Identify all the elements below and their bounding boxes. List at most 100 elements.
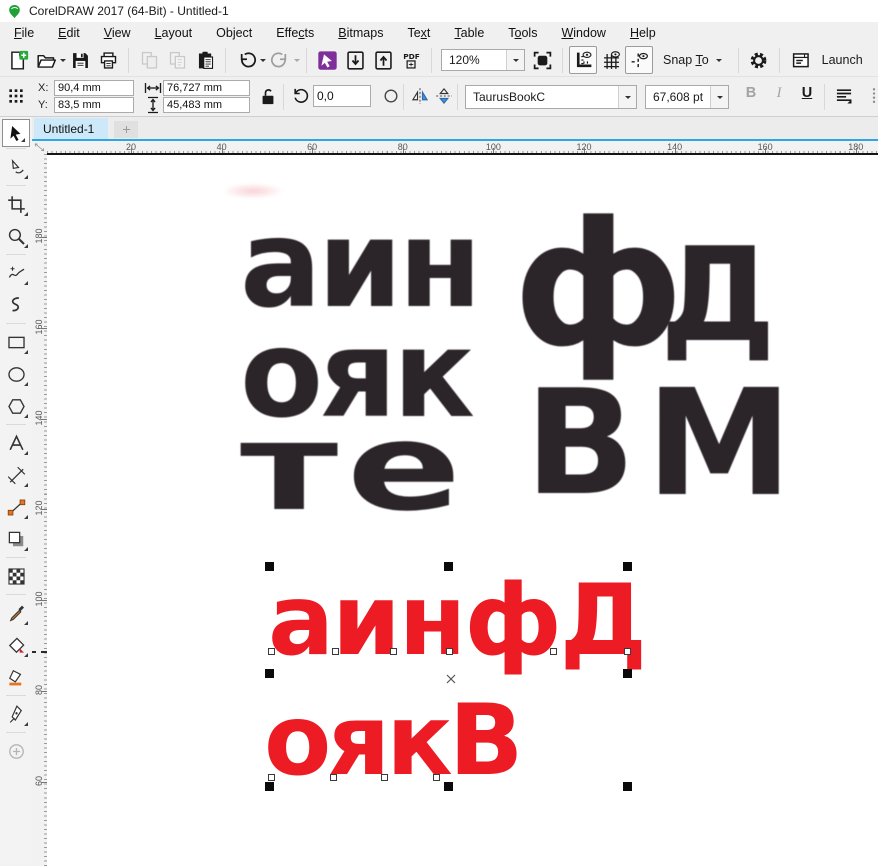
color-eyedropper-tool[interactable] bbox=[0, 597, 32, 629]
polygon-tool[interactable] bbox=[0, 390, 32, 422]
h-ruler-tick-label: 20 bbox=[126, 142, 136, 152]
selection-handle-top-right[interactable] bbox=[623, 562, 632, 571]
text-alignment-button[interactable] bbox=[834, 86, 854, 106]
new-tab-button[interactable] bbox=[114, 121, 138, 138]
crop-tool[interactable] bbox=[0, 188, 32, 220]
zoom-tool[interactable] bbox=[0, 220, 32, 252]
mirror-horizontal-button[interactable] bbox=[410, 86, 430, 106]
undo-button[interactable] bbox=[232, 46, 260, 74]
dimension-tool[interactable] bbox=[0, 459, 32, 491]
transparency-tool[interactable] bbox=[0, 560, 32, 592]
ruler-origin-icon[interactable] bbox=[33, 141, 47, 154]
export-button[interactable] bbox=[369, 46, 397, 74]
mirror-vertical-button[interactable] bbox=[434, 86, 454, 106]
new-document-button[interactable] bbox=[4, 46, 32, 74]
vertical-ruler[interactable]: 1801601401201008060 bbox=[32, 154, 47, 866]
smart-fill-tool[interactable] bbox=[0, 661, 32, 693]
fullscreen-preview-button[interactable] bbox=[528, 46, 556, 74]
show-rulers-toggle[interactable] bbox=[569, 46, 597, 74]
selection-handle-middle-left[interactable] bbox=[265, 669, 274, 678]
object-height-field[interactable] bbox=[163, 97, 250, 113]
char-node[interactable] bbox=[624, 648, 631, 655]
selection-handle-bottom-middle[interactable] bbox=[444, 782, 453, 791]
rectangle-tool[interactable] bbox=[0, 326, 32, 358]
object-position-icon bbox=[6, 86, 26, 106]
menu-layout[interactable]: Layout bbox=[143, 22, 205, 44]
redo-button-caret bbox=[294, 59, 300, 65]
document-tab-bar: Untitled-1 bbox=[32, 117, 878, 139]
font-size-caret[interactable] bbox=[710, 86, 728, 108]
paste-button[interactable] bbox=[191, 46, 219, 74]
pick-tool[interactable] bbox=[3, 120, 29, 146]
rotation-center-icon[interactable] bbox=[381, 86, 401, 106]
y-position-field[interactable] bbox=[54, 97, 134, 113]
char-node[interactable] bbox=[446, 648, 453, 655]
text-tool[interactable] bbox=[0, 427, 32, 459]
show-grid-toggle[interactable] bbox=[597, 46, 625, 74]
menu-view[interactable]: View bbox=[92, 22, 143, 44]
overflow-icon[interactable] bbox=[864, 86, 878, 106]
font-size-value: 67,608 pt bbox=[646, 90, 710, 104]
menu-edit[interactable]: Edit bbox=[46, 22, 92, 44]
font-size-combo[interactable]: 67,608 pt bbox=[645, 85, 729, 109]
selection-handle-bottom-right[interactable] bbox=[623, 782, 632, 791]
save-button[interactable] bbox=[66, 46, 94, 74]
char-node[interactable] bbox=[330, 774, 337, 781]
selection-handle-bottom-left[interactable] bbox=[265, 782, 274, 791]
import-button[interactable] bbox=[341, 46, 369, 74]
selection-handle-middle-right[interactable] bbox=[623, 669, 632, 678]
menu-object[interactable]: Object bbox=[204, 22, 264, 44]
bold-button[interactable]: B bbox=[740, 85, 762, 101]
menu-tools[interactable]: Tools bbox=[496, 22, 549, 44]
options-button[interactable] bbox=[745, 46, 773, 74]
menu-table[interactable]: Table bbox=[442, 22, 496, 44]
menu-effects[interactable]: Effects bbox=[264, 22, 326, 44]
ellipse-tool[interactable] bbox=[0, 358, 32, 390]
menu-help[interactable]: Help bbox=[618, 22, 668, 44]
selection-handle-top-middle[interactable] bbox=[444, 562, 453, 571]
red-text-line2[interactable]: оякВ bbox=[264, 692, 519, 790]
drop-shadow-tool[interactable] bbox=[0, 523, 32, 555]
char-node[interactable] bbox=[390, 648, 397, 655]
search-content-button[interactable] bbox=[313, 46, 341, 74]
menu-bitmaps[interactable]: Bitmaps bbox=[326, 22, 395, 44]
selection-center-marker[interactable] bbox=[446, 671, 456, 681]
menu-bar: FileEditViewLayoutObjectEffectsBitmapsTe… bbox=[0, 22, 878, 44]
object-width-field[interactable] bbox=[163, 80, 250, 96]
zoom-level-combo[interactable]: 120% bbox=[441, 49, 525, 71]
shape-tool[interactable] bbox=[0, 151, 32, 183]
outline-pen-tool[interactable] bbox=[0, 698, 32, 730]
font-list-caret[interactable] bbox=[618, 86, 636, 108]
menu-file[interactable]: File bbox=[2, 22, 46, 44]
redo-button bbox=[266, 46, 294, 74]
lock-ratio-button[interactable] bbox=[258, 87, 278, 107]
char-node[interactable] bbox=[268, 648, 275, 655]
print-button[interactable] bbox=[94, 46, 122, 74]
char-node[interactable] bbox=[268, 774, 275, 781]
underline-button[interactable]: U bbox=[796, 85, 818, 101]
publish-pdf-button[interactable]: PDF bbox=[397, 46, 425, 74]
char-node[interactable] bbox=[381, 774, 388, 781]
selection-handle-top-left[interactable] bbox=[265, 562, 274, 571]
x-position-field[interactable] bbox=[54, 80, 134, 96]
menu-text[interactable]: Text bbox=[395, 22, 442, 44]
red-text-line1[interactable]: аинфД bbox=[268, 572, 645, 670]
open-button[interactable] bbox=[32, 46, 60, 74]
char-node[interactable] bbox=[433, 774, 440, 781]
font-list-combo[interactable]: TaurusBookC bbox=[465, 85, 637, 109]
snap-to-dropdown[interactable]: Snap To bbox=[663, 53, 722, 67]
rotation-angle-field[interactable] bbox=[313, 85, 371, 107]
connector-tool[interactable] bbox=[0, 491, 32, 523]
document-tab-untitled-1[interactable]: Untitled-1 bbox=[34, 118, 108, 139]
menu-window[interactable]: Window bbox=[549, 22, 617, 44]
zoom-level-caret[interactable] bbox=[506, 50, 524, 70]
interactive-fill-tool[interactable] bbox=[0, 629, 32, 661]
show-guidelines-toggle[interactable] bbox=[625, 46, 653, 74]
char-node[interactable] bbox=[550, 648, 557, 655]
char-node[interactable] bbox=[332, 648, 339, 655]
application-launcher-button[interactable]: Launch bbox=[788, 46, 863, 74]
freehand-tool[interactable] bbox=[0, 257, 32, 289]
artistic-media-tool[interactable] bbox=[0, 289, 32, 321]
launcher-icon bbox=[788, 46, 816, 74]
italic-button[interactable]: I bbox=[768, 85, 790, 102]
